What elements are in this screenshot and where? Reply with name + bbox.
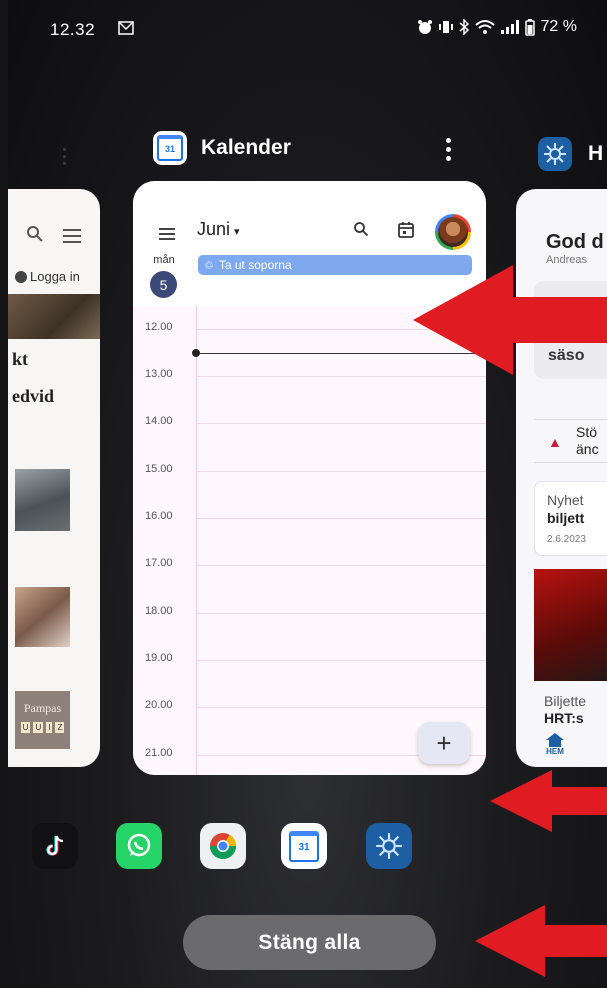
image-tile: Z bbox=[55, 722, 65, 733]
signal-icon bbox=[500, 20, 519, 34]
warning-icon: ▲ bbox=[548, 434, 562, 450]
current-time-dot bbox=[192, 349, 200, 357]
article-thumbnail[interactable] bbox=[15, 587, 70, 647]
battery-icon bbox=[524, 18, 535, 36]
alert-text: änc bbox=[576, 441, 599, 457]
weekday-label: mån bbox=[153, 254, 175, 266]
day-number-badge[interactable]: 5 bbox=[150, 271, 177, 298]
vibrate-icon bbox=[438, 19, 453, 35]
chrome-icon[interactable] bbox=[200, 823, 246, 869]
hour-label: 16.00 bbox=[145, 510, 173, 522]
image-tile: I bbox=[46, 722, 53, 733]
image-caption: Pampas bbox=[23, 701, 62, 715]
hour-row[interactable]: 18.00 bbox=[133, 605, 486, 660]
hour-label: 12.00 bbox=[145, 321, 173, 333]
close-all-button[interactable]: Stäng alla bbox=[183, 915, 436, 970]
hour-row[interactable]: 13.00 bbox=[133, 368, 486, 423]
ticket-title: HRT:s bbox=[544, 710, 584, 726]
bluetooth-icon bbox=[459, 19, 469, 35]
settings-app-icon bbox=[538, 137, 572, 171]
calendar-icon-date: 31 bbox=[157, 135, 183, 161]
hour-label: 19.00 bbox=[145, 652, 173, 664]
news-title: biljett bbox=[547, 510, 585, 526]
hour-label: 18.00 bbox=[145, 605, 173, 617]
news-label: Nyhet bbox=[547, 492, 584, 508]
hour-row[interactable]: 17.00 bbox=[133, 557, 486, 612]
current-app-header[interactable]: 31 Kalender bbox=[153, 131, 291, 165]
today-calendar-icon[interactable] bbox=[397, 221, 415, 244]
menu-icon[interactable] bbox=[63, 229, 81, 243]
image-tile: U bbox=[33, 722, 44, 733]
clock: 12.32 bbox=[50, 20, 96, 39]
user-icon bbox=[15, 270, 27, 283]
nav-home-label: HEM bbox=[546, 747, 564, 756]
next-app-header[interactable]: H bbox=[538, 137, 603, 171]
hamburger-menu-icon[interactable] bbox=[159, 225, 175, 243]
hour-label: 17.00 bbox=[145, 557, 173, 569]
search-icon[interactable] bbox=[353, 221, 369, 242]
annotation-arrow-icon bbox=[490, 770, 607, 832]
account-avatar[interactable] bbox=[435, 214, 471, 250]
ticket-label: Biljette bbox=[544, 693, 587, 709]
day-timeline[interactable]: 12.00 13.00 14.00 15.00 16.00 17.00 18.0… bbox=[133, 306, 486, 775]
annotation-arrow-icon bbox=[475, 905, 607, 977]
article-heading-fragment[interactable]: edvid bbox=[12, 386, 54, 407]
app-name: Kalender bbox=[201, 136, 291, 159]
app-options-menu-icon[interactable] bbox=[446, 138, 451, 161]
article-heading-fragment[interactable]: kt bbox=[12, 349, 28, 370]
hour-row[interactable]: 14.00 bbox=[133, 415, 486, 470]
home-icon bbox=[546, 733, 564, 747]
hour-label: 20.00 bbox=[145, 699, 173, 711]
calendar-icon-date: 31 bbox=[289, 830, 319, 862]
news-card[interactable]: Nyhet biljett 2.6.2023 bbox=[534, 481, 607, 556]
settings-app-icon[interactable] bbox=[366, 823, 412, 869]
google-calendar-icon: 31 bbox=[153, 131, 187, 165]
left-card-menu-icon bbox=[63, 148, 66, 168]
hour-row[interactable]: 16.00 bbox=[133, 510, 486, 565]
hour-row[interactable]: 15.00 bbox=[133, 463, 486, 518]
alarm-icon bbox=[417, 19, 433, 35]
recent-apps-screen: 12.32 72 % Logga in kt edvid Pampas U U … bbox=[8, 0, 607, 988]
battery-level: 72 % bbox=[540, 18, 577, 35]
disruption-alert[interactable]: ▲ Stö änc bbox=[534, 419, 607, 463]
hour-label: 21.00 bbox=[145, 747, 173, 759]
whatsapp-icon[interactable] bbox=[116, 823, 162, 869]
search-icon[interactable] bbox=[26, 225, 44, 248]
annotation-arrow-icon bbox=[413, 265, 607, 375]
nav-home[interactable]: HEM bbox=[546, 733, 564, 756]
greeting: God d bbox=[546, 231, 604, 253]
alert-text: Stö bbox=[576, 424, 598, 440]
article-thumbnail[interactable] bbox=[15, 469, 70, 531]
recent-app-card-news[interactable]: Logga in kt edvid Pampas U U I Z bbox=[8, 189, 100, 767]
profile-photo bbox=[438, 217, 468, 247]
google-calendar-icon[interactable]: 31 bbox=[281, 823, 327, 869]
hour-row[interactable]: 19.00 bbox=[133, 652, 486, 707]
dropdown-caret-icon: ▾ bbox=[234, 226, 240, 238]
status-bar: 12.32 72 % bbox=[8, 0, 607, 60]
login-link[interactable]: Logga in bbox=[15, 269, 80, 284]
month-selector[interactable]: Juni ▾ bbox=[197, 219, 240, 240]
event-title: Ta ut soporna bbox=[218, 258, 292, 272]
tiktok-icon[interactable] bbox=[32, 823, 78, 869]
wifi-icon bbox=[474, 19, 495, 35]
task-icon: ♲ bbox=[204, 259, 214, 272]
add-event-button[interactable]: + bbox=[418, 722, 470, 764]
mail-notification-icon bbox=[118, 21, 134, 40]
news-image[interactable] bbox=[534, 569, 607, 681]
article-thumbnail[interactable]: Pampas U U I Z bbox=[15, 691, 70, 749]
hour-label: 15.00 bbox=[145, 463, 173, 475]
month-label: Juni bbox=[197, 219, 231, 239]
system-icons: 72 % bbox=[417, 18, 577, 36]
article-image[interactable] bbox=[8, 294, 100, 339]
news-date: 2.6.2023 bbox=[547, 534, 586, 545]
app-name: H bbox=[588, 142, 604, 165]
image-tile: U bbox=[20, 722, 31, 733]
hour-label: 13.00 bbox=[145, 368, 173, 380]
hour-label: 14.00 bbox=[145, 415, 173, 427]
